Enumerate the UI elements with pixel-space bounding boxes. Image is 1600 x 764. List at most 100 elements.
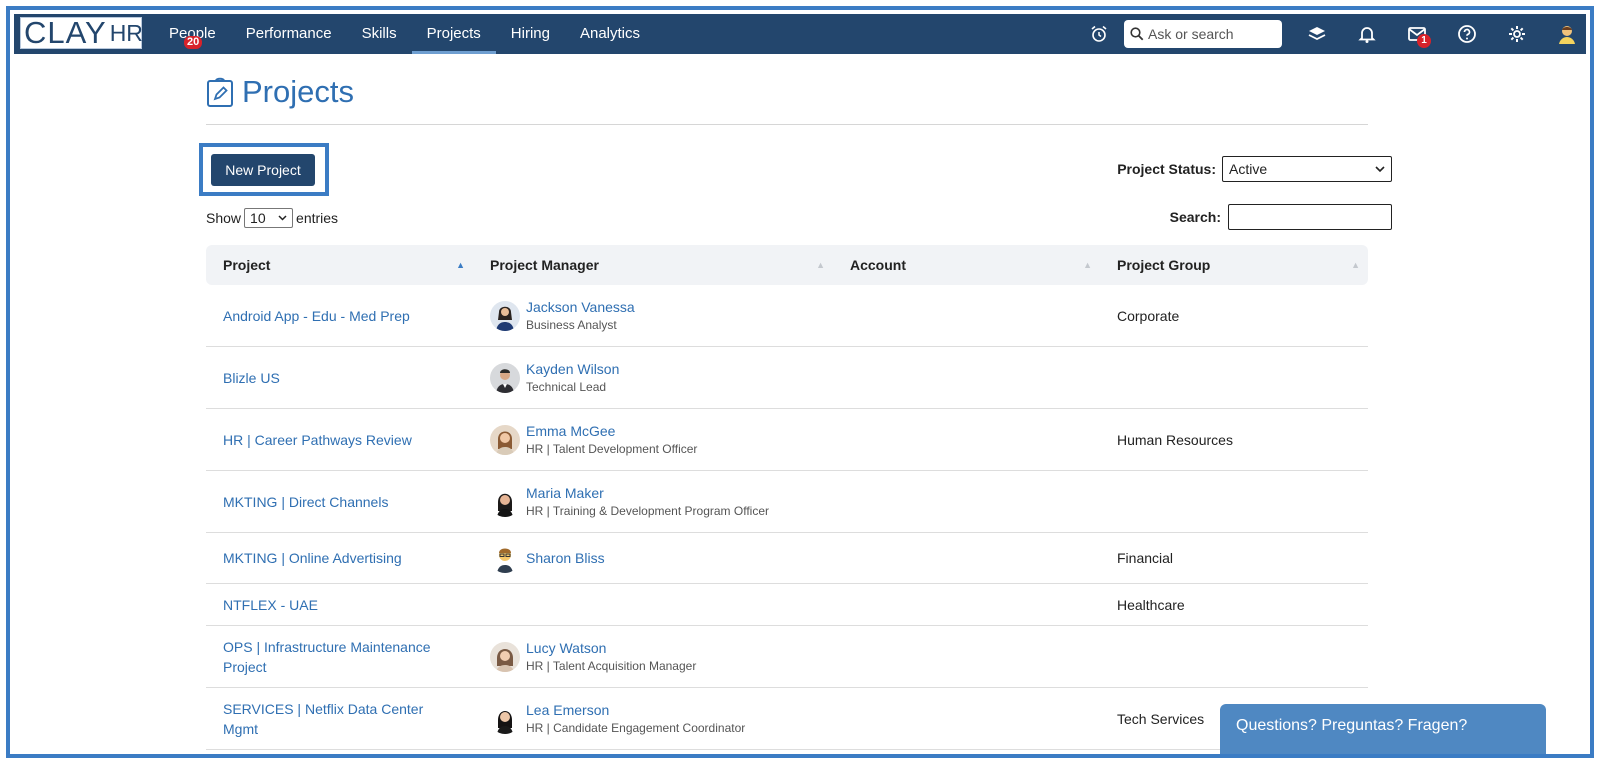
avatar: [490, 703, 520, 734]
project-group-cell: Financial: [1117, 550, 1174, 566]
app-frame: CLAY HR People 20 Performance Skills Pro…: [6, 6, 1594, 758]
table-row: OPS | Infrastructure Maintenance Project…: [206, 626, 1368, 688]
show-entries: Show 10 entries: [206, 208, 338, 228]
table-row: SERVICES | Netflix Data Center Mgmt Lea …: [206, 688, 1368, 750]
column-header-project-manager[interactable]: Project Manager ▲: [473, 245, 833, 285]
project-status-value: Active: [1229, 161, 1268, 177]
manager-link[interactable]: Lucy Watson: [526, 639, 696, 657]
nav-item-performance[interactable]: Performance: [231, 14, 347, 54]
avatar: [490, 424, 520, 455]
entries-label: entries: [296, 210, 339, 226]
table-search: Search:: [1170, 204, 1392, 230]
nav-label-performance: Performance: [245, 25, 332, 42]
avatar: [490, 486, 520, 517]
nav-item-hiring[interactable]: Hiring: [496, 14, 565, 54]
project-link[interactable]: OPS | Infrastructure Maintenance Project: [223, 639, 431, 675]
project-group-cell: Healthcare: [1117, 596, 1185, 613]
manager-title: Technical Lead: [526, 379, 607, 394]
project-status-select[interactable]: Active: [1222, 156, 1392, 182]
user-avatar-icon[interactable]: [1554, 21, 1580, 47]
avatar: [490, 300, 520, 331]
nav-label-projects: Projects: [426, 25, 481, 42]
entries-select[interactable]: 10: [244, 208, 294, 228]
mail-count-badge: 1: [1417, 34, 1431, 48]
projects-table: Project ▲ Project Manager ▲ Account ▲ Pr…: [206, 245, 1368, 750]
people-count-badge: 20: [184, 36, 203, 49]
help-icon[interactable]: [1454, 21, 1480, 47]
manager-link[interactable]: Maria Maker: [526, 484, 769, 502]
gear-icon[interactable]: [1504, 21, 1530, 47]
nav-label-skills: Skills: [361, 25, 397, 42]
project-status-label: Project Status:: [1117, 161, 1216, 177]
entries-value: 10: [250, 210, 266, 226]
nav-item-projects[interactable]: Projects: [411, 14, 496, 54]
table-row: Android App - Edu - Med Prep Jackson Van…: [206, 285, 1368, 347]
manager-link[interactable]: Kayden Wilson: [526, 360, 619, 378]
project-link[interactable]: HR | Career Pathways Review: [223, 432, 412, 448]
support-chat-button[interactable]: Questions? Preguntas? Fragen?: [1220, 704, 1546, 754]
column-header-project[interactable]: Project ▲: [206, 245, 473, 285]
manager-link[interactable]: Emma McGee: [526, 422, 697, 440]
table-row: HR | Career Pathways Review Emma McGee H…: [206, 409, 1368, 471]
sort-icon: ▲: [1351, 260, 1360, 270]
table-search-input[interactable]: [1228, 204, 1392, 230]
project-link[interactable]: MKTING | Direct Channels: [223, 494, 388, 510]
main-nav: People 20 Performance Skills Projects Hi…: [154, 14, 655, 54]
page-header: Projects: [206, 74, 354, 110]
manager-link[interactable]: Lea Emerson: [526, 701, 745, 719]
sort-icon: ▲: [1083, 260, 1092, 270]
new-project-button[interactable]: New Project: [211, 154, 315, 186]
logo-sub: HR: [109, 20, 143, 46]
mail-icon[interactable]: 1: [1404, 21, 1431, 48]
column-label: Project: [223, 257, 271, 273]
chevron-down-icon: [1375, 165, 1385, 172]
manager-title: Business Analyst: [526, 317, 617, 332]
manager-title: HR | Talent Development Officer: [526, 441, 698, 456]
layers-icon[interactable]: [1304, 21, 1330, 47]
manager-title: HR | Training & Development Program Offi…: [526, 503, 769, 518]
manager-link[interactable]: Sharon Bliss: [526, 549, 605, 567]
clayhr-logo[interactable]: CLAY HR: [20, 17, 143, 49]
nav-item-analytics[interactable]: Analytics: [565, 14, 655, 54]
manager-title: HR | Talent Acquisition Manager: [526, 658, 697, 673]
project-link[interactable]: Android App - Edu - Med Prep: [223, 308, 410, 324]
sort-icon: ▲: [816, 260, 825, 270]
table-search-label: Search:: [1169, 209, 1221, 225]
global-search-box[interactable]: [1124, 20, 1282, 48]
table-row: MKTING | Direct Channels Maria Maker HR …: [206, 471, 1368, 533]
nav-item-people[interactable]: People 20: [154, 14, 231, 54]
bell-icon[interactable]: [1354, 21, 1380, 47]
table-row: MKTING | Online Advertising Sharon Bliss…: [206, 533, 1368, 584]
project-link[interactable]: Blizle US: [223, 370, 280, 386]
nav-label-analytics: Analytics: [579, 25, 641, 42]
page-title: Projects: [242, 74, 354, 109]
sort-ascending-icon: ▲: [456, 260, 465, 270]
clipboard-edit-icon: [207, 77, 233, 107]
alarm-clock-icon[interactable]: [1086, 21, 1112, 47]
chevron-down-icon: [278, 215, 287, 221]
avatar: [490, 543, 520, 573]
column-header-project-group[interactable]: Project Group ▲: [1100, 245, 1368, 285]
column-label: Project Manager: [490, 257, 599, 273]
column-label: Account: [850, 257, 906, 273]
table-row: NTFLEX - UAE Healthcare: [206, 584, 1368, 626]
project-link[interactable]: SERVICES | Netflix Data Center Mgmt: [223, 701, 423, 737]
table-header: Project ▲ Project Manager ▲ Account ▲ Pr…: [206, 245, 1368, 285]
project-link[interactable]: MKTING | Online Advertising: [223, 550, 402, 566]
nav-right-tools: 1: [1086, 14, 1586, 54]
nav-label-hiring: Hiring: [510, 25, 550, 42]
avatar: [490, 362, 520, 393]
show-label: Show: [206, 210, 242, 226]
search-icon: [1130, 27, 1144, 41]
project-group-cell: Corporate: [1117, 307, 1180, 324]
manager-title: HR | Candidate Engagement Coordinator: [526, 720, 746, 735]
top-navbar: CLAY HR People 20 Performance Skills Pro…: [14, 14, 1586, 54]
column-header-account[interactable]: Account ▲: [833, 245, 1100, 285]
column-label: Project Group: [1117, 257, 1211, 273]
global-search-input[interactable]: [1148, 26, 1276, 42]
project-group-cell: Human Resources: [1117, 431, 1233, 448]
manager-link[interactable]: Jackson Vanessa: [526, 298, 635, 316]
table-row: Blizle US Kayden Wilson Technical Lead: [206, 347, 1368, 409]
project-link[interactable]: NTFLEX - UAE: [223, 597, 318, 613]
nav-item-skills[interactable]: Skills: [347, 14, 412, 54]
